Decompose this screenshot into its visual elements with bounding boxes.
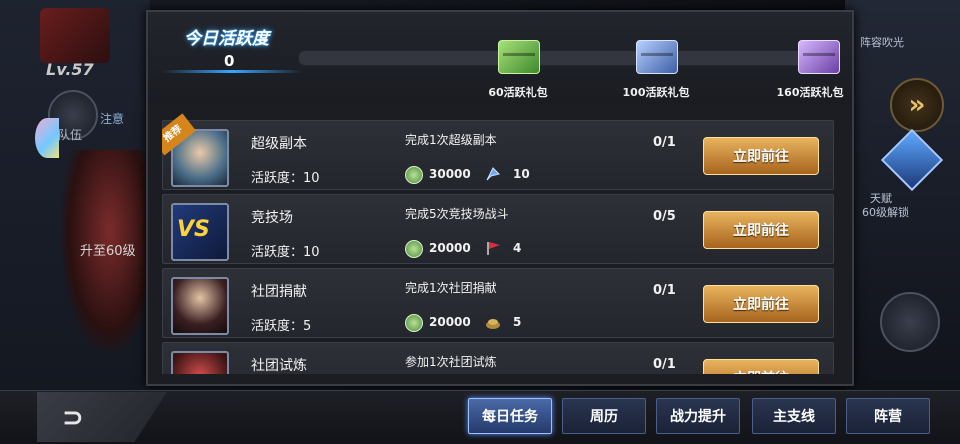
purple-chest-icon[interactable] bbox=[798, 40, 840, 74]
task-name: 社团试炼 bbox=[251, 358, 307, 374]
gold-pile-icon bbox=[486, 319, 500, 329]
reward-label-100: 100活跃礼包 bbox=[622, 86, 690, 99]
coin-reward: 20000 bbox=[429, 241, 471, 255]
vs-icon-text: VS bbox=[177, 217, 210, 242]
coin-reward: 30000 bbox=[429, 167, 471, 181]
go-now-button[interactable]: 立即前往 bbox=[703, 285, 819, 323]
task-desc: 参加1次社团试炼 bbox=[405, 355, 497, 369]
task-row: VS 竞技场 活跃度：10 完成5次竞技场战斗 20000 4 0/5 立即前往 bbox=[162, 194, 834, 264]
tab-weekly-calendar[interactable]: 周历 bbox=[562, 398, 646, 434]
floating-orb-icon[interactable] bbox=[35, 118, 59, 158]
task-name: 竞技场 bbox=[251, 210, 293, 226]
task-name: 社团捐献 bbox=[251, 284, 307, 300]
task-points: 活跃度：10 bbox=[251, 245, 320, 260]
task-progress: 0/1 bbox=[653, 135, 676, 150]
activity-value: 0 bbox=[224, 52, 235, 70]
coin-reward: 20000 bbox=[429, 315, 471, 329]
tab-daily-tasks[interactable]: 每日任务 bbox=[468, 398, 552, 434]
task-desc: 完成1次超级副本 bbox=[405, 133, 497, 147]
coin-icon bbox=[405, 240, 423, 258]
activity-glow bbox=[162, 70, 302, 73]
daily-task-panel: 今日活跃度 0 60活跃礼包 100活跃礼包 160活跃礼包 推荐 超级副本 活… bbox=[146, 10, 854, 386]
task-row: 推荐 超级副本 活跃度：10 完成1次超级副本 30000 10 0/1 立即前… bbox=[162, 113, 834, 190]
upgrade-hint: 升至60级 bbox=[80, 244, 136, 259]
task-points: 活跃度：10 bbox=[251, 171, 320, 186]
task-points: 活跃度：5 bbox=[251, 319, 312, 334]
team-label: 队伍 bbox=[58, 128, 83, 142]
activity-progress-bar bbox=[298, 50, 840, 66]
activity-header: 今日活跃度 0 60活跃礼包 100活跃礼包 160活跃礼包 bbox=[148, 12, 852, 104]
coin-icon bbox=[405, 314, 423, 332]
team-sub-label: 注意 bbox=[100, 112, 125, 126]
go-now-button[interactable]: 立即前往 bbox=[703, 211, 819, 249]
green-chest-icon[interactable] bbox=[498, 40, 540, 74]
red-fighter-icon bbox=[171, 351, 229, 374]
next-chevron-icon[interactable]: » bbox=[890, 78, 944, 132]
tab-main-side-quest[interactable]: 主支线 bbox=[752, 398, 836, 434]
task-name: 超级副本 bbox=[251, 136, 307, 152]
reward-label-160: 160活跃礼包 bbox=[776, 86, 844, 99]
go-now-button[interactable]: 立即前往 bbox=[703, 137, 819, 175]
blue-chest-icon[interactable] bbox=[636, 40, 678, 74]
item-reward: 5 bbox=[513, 315, 522, 329]
player-level: Lv.57 bbox=[46, 60, 94, 79]
player-avatar[interactable] bbox=[40, 8, 110, 63]
coin-icon bbox=[405, 166, 423, 184]
tab-power-up[interactable]: 战力提升 bbox=[656, 398, 740, 434]
task-progress: 0/5 bbox=[653, 209, 676, 224]
task-progress: 0/1 bbox=[653, 357, 676, 372]
task-desc: 完成5次竞技场战斗 bbox=[405, 207, 509, 221]
reward-label-60: 60活跃礼包 bbox=[488, 86, 548, 99]
back-arrow-icon[interactable]: ⊃ bbox=[62, 403, 84, 433]
task-progress: 0/1 bbox=[653, 283, 676, 298]
fighter-portrait-icon bbox=[171, 277, 229, 335]
activity-title: 今日活跃度 bbox=[184, 29, 269, 49]
blue-crystal-icon bbox=[486, 167, 500, 181]
task-row: 社团捐献 活跃度：5 完成1次社团捐献 20000 5 0/1 立即前往 bbox=[162, 268, 834, 338]
go-now-button[interactable]: 立即前往 bbox=[703, 359, 819, 374]
right-top-text[interactable]: 阵容吹光 bbox=[860, 34, 904, 50]
task-list[interactable]: 推荐 超级副本 活跃度：10 完成1次超级副本 30000 10 0/1 立即前… bbox=[162, 104, 842, 374]
item-reward: 4 bbox=[513, 241, 522, 255]
item-reward: 10 bbox=[513, 167, 530, 181]
right-round-button[interactable] bbox=[880, 292, 940, 352]
task-desc: 完成1次社团捐献 bbox=[405, 281, 497, 295]
talent-unlock-text: 60级解锁 bbox=[862, 206, 909, 219]
tab-camp[interactable]: 阵营 bbox=[846, 398, 930, 434]
vs-icon: VS bbox=[171, 203, 229, 261]
red-flag-icon bbox=[487, 242, 500, 255]
task-row: 社团试炼 参加1次社团试炼 0/1 立即前往 bbox=[162, 342, 834, 374]
